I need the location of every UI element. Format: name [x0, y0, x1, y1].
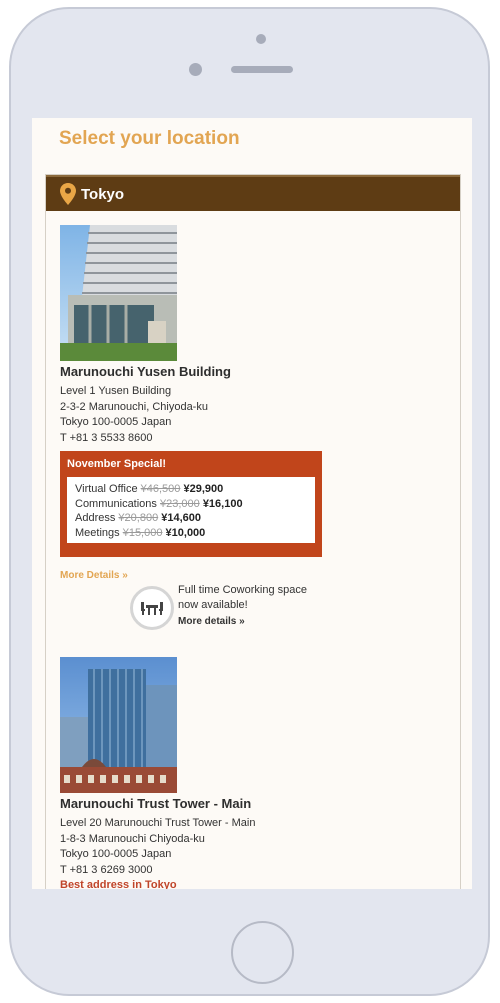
coworking-text: Full time Coworking space now available! — [178, 584, 307, 611]
earpiece-speaker — [231, 66, 293, 73]
offer-row: Address ¥20,800 ¥14,600 — [75, 512, 202, 524]
coworking-more-details-link[interactable]: More details » — [178, 616, 245, 627]
special-title: November Special! — [67, 458, 167, 470]
more-details-link[interactable]: More Details » — [60, 570, 128, 581]
listing-trust-tower: Marunouchi Trust Tower - Main Level 20 M… — [60, 657, 255, 889]
offer-row: Communications ¥23,000 ¥16,100 — [75, 497, 243, 510]
location-card: Tokyo Marunouchi Yusen Building Level 1 … — [45, 174, 461, 889]
building-address: Level 1 Yusen Building 2-3-2 Marunouchi,… — [60, 384, 231, 446]
building-address: Level 20 Marunouchi Trust Tower - Main 1… — [60, 816, 255, 878]
phone-number[interactable]: T +81 3 6269 3000 — [60, 863, 255, 879]
front-camera — [256, 34, 266, 44]
phone-number[interactable]: T +81 3 5533 8600 — [60, 431, 231, 447]
proximity-sensor — [189, 63, 202, 76]
building-name[interactable]: Marunouchi Trust Tower - Main — [60, 796, 255, 811]
coworking-icon — [130, 586, 174, 630]
november-special-box: November Special! Virtual Office ¥46,500… — [60, 451, 322, 557]
offer-row: Meetings ¥15,000 ¥10,000 — [75, 526, 206, 539]
tagline: Best address in Tokyo — [60, 879, 177, 889]
map-pin-icon — [60, 183, 76, 205]
location-header[interactable]: Tokyo — [46, 175, 460, 211]
special-offers: Virtual Office ¥46,500 ¥29,900 Communica… — [67, 477, 315, 543]
building-photo[interactable] — [60, 657, 177, 793]
offer-row: Virtual Office ¥46,500 ¥29,900 — [75, 483, 224, 495]
screen: Select your location Tokyo Marunouchi Yu… — [32, 118, 472, 889]
home-button[interactable] — [231, 921, 294, 984]
building-name[interactable]: Marunouchi Yusen Building — [60, 364, 231, 379]
building-photo[interactable] — [60, 225, 177, 361]
listing-yusen: Marunouchi Yusen Building Level 1 Yusen … — [60, 225, 231, 446]
location-name: Tokyo — [81, 185, 125, 203]
page-title: Select your location — [59, 128, 240, 149]
